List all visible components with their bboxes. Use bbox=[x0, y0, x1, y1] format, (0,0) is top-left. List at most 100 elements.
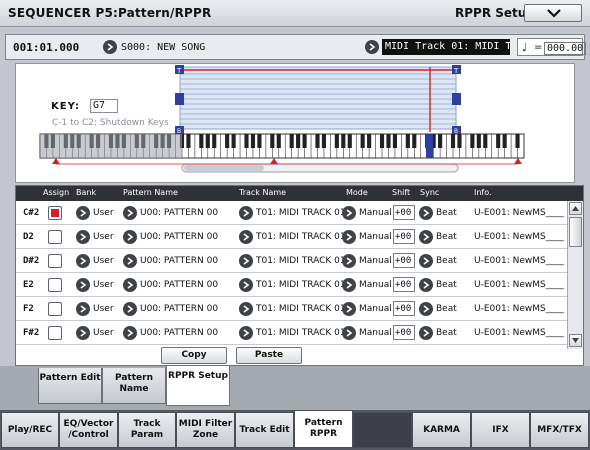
sync-select-button[interactable] bbox=[419, 278, 433, 292]
bank-value[interactable]: User bbox=[93, 256, 114, 266]
pattern-select-button[interactable] bbox=[123, 302, 137, 316]
bank-value[interactable]: User bbox=[93, 280, 114, 290]
mode-select-button[interactable] bbox=[342, 326, 356, 340]
paste-button[interactable]: Paste bbox=[236, 347, 302, 364]
shift-field[interactable]: +00 bbox=[393, 277, 415, 292]
scroll-down-arrow[interactable] bbox=[569, 334, 582, 347]
assign-checkbox[interactable] bbox=[48, 206, 62, 220]
pattern-name[interactable]: U00: PATTERN 00 bbox=[140, 208, 218, 218]
bank-select-button[interactable] bbox=[76, 326, 90, 340]
shift-field[interactable]: +00 bbox=[393, 253, 415, 268]
selected-key-g7[interactable] bbox=[426, 134, 433, 158]
mode-select-button[interactable] bbox=[342, 230, 356, 244]
pattern-name[interactable]: U00: PATTERN 00 bbox=[140, 280, 218, 290]
shift-field[interactable]: +00 bbox=[393, 205, 415, 220]
copy-button[interactable]: Copy bbox=[161, 347, 227, 364]
track-select-field[interactable]: MIDI Track 01: MIDI TRACK bbox=[382, 39, 510, 55]
assign-checkbox[interactable] bbox=[48, 302, 62, 316]
assign-checkbox[interactable] bbox=[48, 230, 62, 244]
tab-karma[interactable]: KARMA bbox=[412, 412, 471, 448]
mode-select-button[interactable] bbox=[342, 206, 356, 220]
tab-track-param[interactable]: Track Param bbox=[118, 412, 176, 448]
mode-value[interactable]: Manual bbox=[359, 208, 392, 218]
sync-value[interactable]: Beat bbox=[436, 232, 457, 242]
assign-checkbox[interactable] bbox=[48, 326, 62, 340]
pattern-select-button[interactable] bbox=[123, 230, 137, 244]
table-row[interactable]: F#2 User U00: PATTERN 00 T01: MIDI TRACK 01… bbox=[16, 321, 567, 345]
subtab-rppr-setup[interactable]: RPPR Setup bbox=[166, 366, 230, 406]
keyboard-scroll-thumb[interactable] bbox=[184, 165, 264, 171]
mode-value[interactable]: Manual bbox=[359, 232, 392, 242]
mode-select-button[interactable] bbox=[342, 302, 356, 316]
shift-field[interactable]: +00 bbox=[393, 229, 415, 244]
pattern-select-button[interactable] bbox=[123, 254, 137, 268]
track-select-button[interactable] bbox=[239, 326, 253, 340]
track-select-button[interactable] bbox=[239, 230, 253, 244]
table-row[interactable]: D#2 User U00: PATTERN 00 T01: MIDI TRACK 01… bbox=[16, 249, 567, 273]
table-scrollbar[interactable] bbox=[567, 201, 583, 349]
mode-select-button[interactable] bbox=[342, 254, 356, 268]
mode-value[interactable]: Manual bbox=[359, 304, 392, 314]
pattern-name[interactable]: U00: PATTERN 00 bbox=[140, 328, 218, 338]
tab-midi-filter-zone[interactable]: MIDI Filter Zone bbox=[176, 412, 235, 448]
sync-select-button[interactable] bbox=[419, 230, 433, 244]
table-row[interactable]: D2 User U00: PATTERN 00 T01: MIDI TRACK 01 M… bbox=[16, 225, 567, 249]
sync-value[interactable]: Beat bbox=[436, 304, 457, 314]
subtab-pattern-edit[interactable]: Pattern Edit bbox=[38, 368, 102, 404]
track-name[interactable]: T01: MIDI TRACK 01 bbox=[256, 208, 346, 218]
tab-eq-vector-control[interactable]: EQ/Vector /Control bbox=[59, 412, 118, 448]
tab-pattern-rppr[interactable]: Pattern RPPR bbox=[294, 410, 353, 448]
page-menu-button[interactable] bbox=[524, 4, 582, 22]
track-select-button[interactable] bbox=[239, 302, 253, 316]
bank-value[interactable]: User bbox=[93, 208, 114, 218]
pattern-name[interactable]: U00: PATTERN 00 bbox=[140, 256, 218, 266]
sync-value[interactable]: Beat bbox=[436, 280, 457, 290]
pattern-select-button[interactable] bbox=[123, 326, 137, 340]
track-select-button[interactable] bbox=[365, 40, 379, 54]
scroll-up-arrow[interactable] bbox=[569, 202, 582, 215]
track-name[interactable]: T01: MIDI TRACK 01 bbox=[256, 328, 346, 338]
track-select-button[interactable] bbox=[239, 254, 253, 268]
tab-mfx-tfx[interactable]: MFX/TFX bbox=[530, 412, 589, 448]
song-select-button[interactable] bbox=[103, 40, 117, 54]
mode-value[interactable]: Manual bbox=[359, 328, 392, 338]
mode-value[interactable]: Manual bbox=[359, 280, 392, 290]
shift-field[interactable]: +00 bbox=[393, 325, 415, 340]
track-name[interactable]: T01: MIDI TRACK 01 bbox=[256, 280, 346, 290]
sync-select-button[interactable] bbox=[419, 206, 433, 220]
assign-checkbox[interactable] bbox=[48, 254, 62, 268]
tab-ifx[interactable]: IFX bbox=[471, 412, 530, 448]
sync-value[interactable]: Beat bbox=[436, 328, 457, 338]
sync-select-button[interactable] bbox=[419, 302, 433, 316]
tab-track-edit[interactable]: Track Edit bbox=[235, 412, 294, 448]
bank-select-button[interactable] bbox=[76, 278, 90, 292]
sync-value[interactable]: Beat bbox=[436, 256, 457, 266]
sync-value[interactable]: Beat bbox=[436, 208, 457, 218]
track-name[interactable]: T01: MIDI TRACK 01 bbox=[256, 256, 346, 266]
tempo-field[interactable]: ♩ = 000.00 bbox=[517, 38, 587, 56]
bank-select-button[interactable] bbox=[76, 302, 90, 316]
pattern-name[interactable]: U00: PATTERN 00 bbox=[140, 232, 218, 242]
mode-select-button[interactable] bbox=[342, 278, 356, 292]
pattern-name[interactable]: U00: PATTERN 00 bbox=[140, 304, 218, 314]
song-name[interactable]: S000: NEW SONG bbox=[121, 42, 205, 53]
track-select-button[interactable] bbox=[239, 206, 253, 220]
sync-select-button[interactable] bbox=[419, 254, 433, 268]
bank-value[interactable]: User bbox=[93, 304, 114, 314]
sync-select-button[interactable] bbox=[419, 326, 433, 340]
tab-play-rec[interactable]: Play/REC bbox=[1, 412, 59, 448]
mode-value[interactable]: Manual bbox=[359, 256, 392, 266]
key-value-field[interactable]: G7 bbox=[90, 99, 118, 113]
bank-select-button[interactable] bbox=[76, 254, 90, 268]
track-name[interactable]: T01: MIDI TRACK 01 bbox=[256, 304, 346, 314]
track-name[interactable]: T01: MIDI TRACK 01 bbox=[256, 232, 346, 242]
bank-select-button[interactable] bbox=[76, 230, 90, 244]
scroll-thumb[interactable] bbox=[569, 217, 582, 247]
bank-value[interactable]: User bbox=[93, 328, 114, 338]
pattern-select-button[interactable] bbox=[123, 206, 137, 220]
track-select-button[interactable] bbox=[239, 278, 253, 292]
tempo-value[interactable]: 000.00 bbox=[544, 42, 587, 55]
table-row[interactable]: F2 User U00: PATTERN 00 T01: MIDI TRACK 01 M… bbox=[16, 297, 567, 321]
pattern-select-button[interactable] bbox=[123, 278, 137, 292]
location-readout[interactable]: 001:01.000 bbox=[13, 41, 79, 54]
